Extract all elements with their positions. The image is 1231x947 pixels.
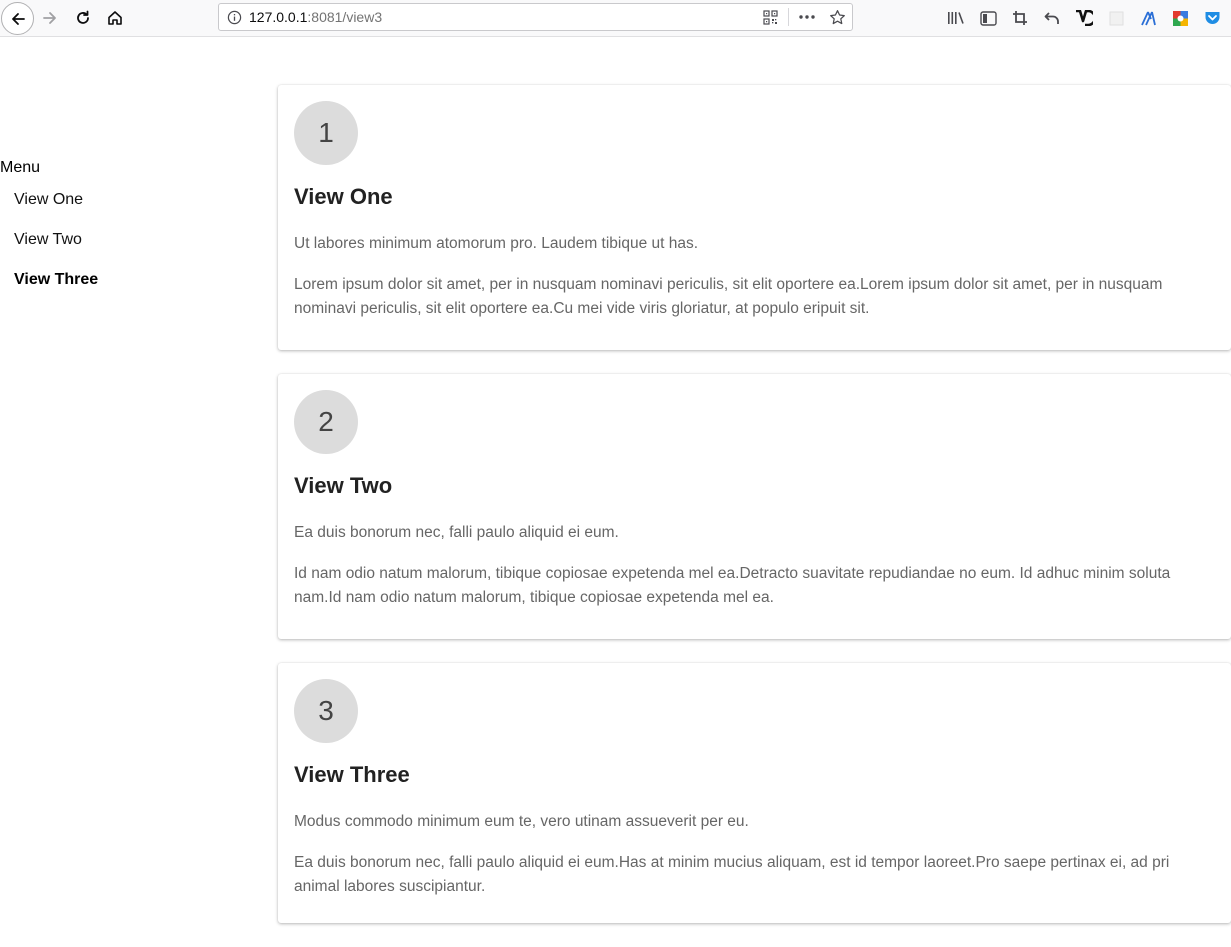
lambda-extension-icon[interactable] <box>1132 4 1164 32</box>
card-number-badge: 2 <box>294 390 358 454</box>
color-picker-extension-icon[interactable] <box>1164 4 1196 32</box>
menu-title: Menu <box>0 159 41 176</box>
vd-extension-icon[interactable] <box>1068 4 1100 32</box>
card-lead-text: Ea duis bonorum nec, falli paulo aliquid… <box>294 524 619 541</box>
arrow-left-icon <box>11 12 25 25</box>
arrow-right-icon <box>43 12 56 24</box>
card-title: View Three <box>294 762 410 787</box>
url-host: 127.0.0.1 <box>249 9 308 25</box>
url-text[interactable]: 127.0.0.1:8081/view3 <box>249 9 755 25</box>
url-separator <box>788 8 789 26</box>
url-bar[interactable]: 127.0.0.1:8081/view3 <box>218 3 853 31</box>
card-title: View Two <box>294 473 393 498</box>
browser-toolbar: 127.0.0.1:8081/view3 <box>0 0 1231 37</box>
cards-list: 1 View One Ut labores minimum atomorum p… <box>278 85 1231 947</box>
home-button[interactable] <box>99 2 131 34</box>
pocket-icon[interactable] <box>1196 4 1228 32</box>
reload-button[interactable] <box>67 2 99 34</box>
url-path: :8081/view3 <box>307 9 383 25</box>
info-icon[interactable] <box>219 4 249 30</box>
menu-item-view-three[interactable]: View Three <box>14 270 240 290</box>
card-body-text: Id nam odio natum malorum, tibique copio… <box>294 565 1171 606</box>
menu-item-view-two[interactable]: View Two <box>14 230 240 250</box>
sidebar-menu: Menu View One View Two View Three <box>0 158 240 290</box>
page-actions-icon[interactable] <box>792 4 822 30</box>
card-lead-text: Ut labores minimum atomorum pro. Laudem … <box>294 235 699 252</box>
crop-icon[interactable] <box>1004 4 1036 32</box>
card-title: View One <box>294 184 393 209</box>
card-view-three: 3 View Three Modus commodo minimum eum t… <box>278 663 1231 923</box>
undo-icon[interactable] <box>1036 4 1068 32</box>
card-view-one: 1 View One Ut labores minimum atomorum p… <box>278 85 1231 350</box>
reload-icon <box>77 10 89 24</box>
card-lead-text: Modus commodo minimum eum te, vero utina… <box>294 813 749 830</box>
menu-item-view-one[interactable]: View One <box>14 190 240 210</box>
library-icon[interactable] <box>940 4 972 32</box>
forward-button[interactable] <box>34 2 66 34</box>
card-view-two: 2 View Two Ea duis bonorum nec, falli pa… <box>278 374 1231 639</box>
home-icon <box>108 11 122 25</box>
qr-code-icon[interactable] <box>755 4 785 30</box>
bookmark-star-icon[interactable] <box>822 4 852 30</box>
card-body-text: Ea duis bonorum nec, falli paulo aliquid… <box>294 854 1170 895</box>
card-body-text: Lorem ipsum dolor sit amet, per in nusqu… <box>294 276 1163 317</box>
extensions-area <box>940 4 1228 32</box>
back-button[interactable] <box>1 2 34 35</box>
sidebar-toggle-icon[interactable] <box>972 4 1004 32</box>
blank-extension-icon[interactable] <box>1100 4 1132 32</box>
card-number-badge: 3 <box>294 679 358 743</box>
card-number-badge: 1 <box>294 101 358 165</box>
